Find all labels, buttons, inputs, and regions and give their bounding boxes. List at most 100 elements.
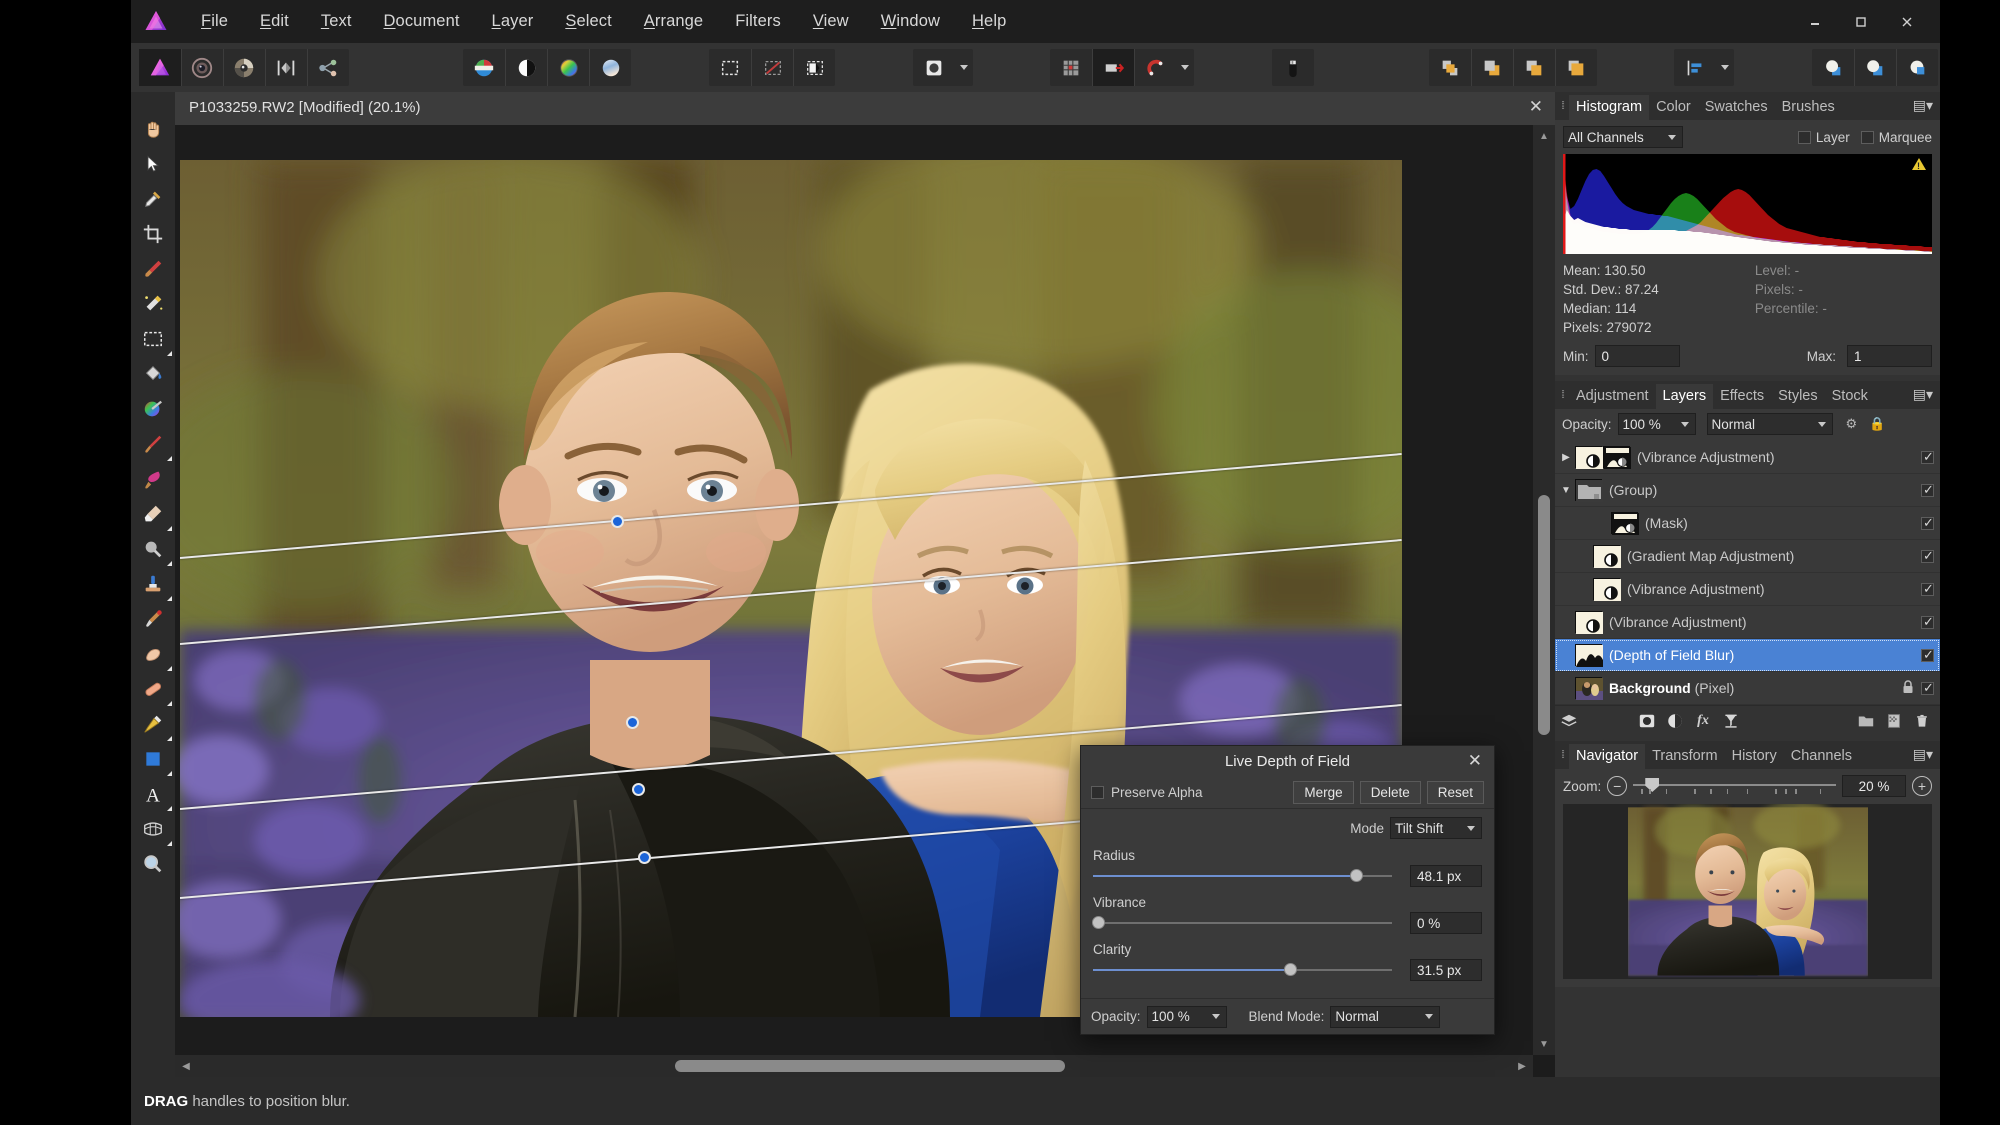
selection-brush-tool[interactable] xyxy=(131,289,175,324)
zoom-in-button[interactable]: + xyxy=(1912,776,1932,796)
channel-select[interactable]: All Channels xyxy=(1563,126,1683,148)
move-tool[interactable] xyxy=(131,149,175,184)
layer-visibility-checkbox[interactable] xyxy=(1921,682,1934,695)
tab-channels[interactable]: Channels xyxy=(1784,744,1859,769)
artistic-text-tool[interactable]: A xyxy=(131,779,175,814)
marquee-tool[interactable] xyxy=(131,324,175,359)
layer-row[interactable]: (Mask) xyxy=(1555,507,1940,540)
tab-swatches[interactable]: Swatches xyxy=(1698,95,1775,120)
scroll-right-icon[interactable]: ▶ xyxy=(1511,1055,1533,1077)
layer-thumbnails[interactable] xyxy=(1575,644,1602,666)
photo-persona[interactable] xyxy=(139,49,181,86)
layer-row[interactable]: ▶(Vibrance Adjustment) xyxy=(1555,441,1940,474)
zoom-value-field[interactable]: 20 % xyxy=(1842,775,1906,797)
preserve-alpha-checkbox[interactable] xyxy=(1091,786,1104,799)
scroll-down-icon[interactable]: ▼ xyxy=(1533,1033,1555,1055)
live-depth-of-field-dialog[interactable]: Live Depth of Field ✕ Preserve Alpha Mer… xyxy=(1080,745,1495,1035)
mesh-warp-tool[interactable] xyxy=(131,814,175,849)
scroll-left-icon[interactable]: ◀ xyxy=(175,1055,197,1077)
layer-thumbnails[interactable] xyxy=(1575,611,1602,633)
layer-thumbnail-mask[interactable] xyxy=(1611,512,1638,534)
slider-knob[interactable] xyxy=(1092,916,1105,929)
develop-persona[interactable] xyxy=(223,49,265,86)
layer-visibility-checkbox[interactable] xyxy=(1921,451,1934,464)
layer-visibility-checkbox[interactable] xyxy=(1921,517,1934,530)
paint-brush-tool[interactable] xyxy=(131,429,175,464)
panel-grip-icon[interactable]: ⁞⁞ xyxy=(1555,741,1569,769)
layer-thumbnail-adjustment[interactable] xyxy=(1575,446,1602,468)
layer-thumbnails[interactable] xyxy=(1575,677,1602,699)
vertical-scroll-thumb[interactable] xyxy=(1538,495,1550,735)
panel-menu-icon[interactable]: ▤▾ xyxy=(1913,386,1933,403)
layer-thumbnail-mask[interactable] xyxy=(1603,446,1630,468)
blur-handle-inner[interactable] xyxy=(626,716,639,729)
layer-thumbnail-adjustment[interactable] xyxy=(1593,578,1620,600)
max-field[interactable]: 1 xyxy=(1847,345,1932,367)
move-backward-button[interactable] xyxy=(1513,49,1555,86)
close-icon[interactable]: ✕ xyxy=(1529,97,1543,117)
menu-item-help[interactable]: Help xyxy=(956,6,1022,37)
layer-thumbnail-adjustment[interactable] xyxy=(1593,545,1620,567)
minimize-button[interactable] xyxy=(1792,0,1838,43)
erase-tool[interactable] xyxy=(131,499,175,534)
paint-mixer-tool[interactable] xyxy=(131,464,175,499)
boolean-add-button[interactable] xyxy=(1812,49,1854,86)
boolean-subtract-button[interactable] xyxy=(1854,49,1896,86)
menu-item-window[interactable]: Window xyxy=(865,6,956,37)
tab-layers[interactable]: Layers xyxy=(1656,384,1714,409)
horizontal-scroll-thumb[interactable] xyxy=(675,1060,1065,1072)
panel-menu-icon[interactable]: ▤▾ xyxy=(1913,746,1933,763)
menu-item-document[interactable]: Document xyxy=(368,6,476,37)
magnet-dropdown-arrow[interactable] xyxy=(1176,49,1194,86)
add-mask-button[interactable] xyxy=(1633,706,1661,736)
tab-brushes[interactable]: Brushes xyxy=(1775,95,1842,120)
merge-button[interactable]: Merge xyxy=(1293,781,1353,804)
tab-transform[interactable]: Transform xyxy=(1645,744,1725,769)
layer-thumbnails[interactable] xyxy=(1611,512,1638,534)
close-icon[interactable]: ✕ xyxy=(1468,751,1482,771)
zoom-out-button[interactable]: − xyxy=(1607,776,1627,796)
layer-stack-icon[interactable] xyxy=(1555,706,1583,736)
radius-slider[interactable] xyxy=(1093,869,1392,883)
blur-handle-outer[interactable] xyxy=(638,851,651,864)
move-forward-button[interactable] xyxy=(1471,49,1513,86)
delete-layer-button[interactable] xyxy=(1908,706,1936,736)
move-to-front-button[interactable] xyxy=(1429,49,1471,86)
liquify-persona[interactable] xyxy=(181,49,223,86)
menu-item-select[interactable]: Select xyxy=(549,6,627,37)
lock-icon[interactable] xyxy=(1902,680,1914,697)
layer-visibility-checkbox[interactable] xyxy=(1921,484,1934,497)
layer-thumbnail-folder[interactable] xyxy=(1575,479,1602,501)
menu-item-file[interactable]: File xyxy=(185,6,244,37)
tab-navigator[interactable]: Navigator xyxy=(1569,744,1645,769)
canvas-horizontal-scrollbar[interactable]: ◀ ▶ xyxy=(175,1055,1533,1077)
tab-adjustment[interactable]: Adjustment xyxy=(1569,384,1656,409)
panel-menu-icon[interactable]: ▤▾ xyxy=(1913,97,1933,114)
export-persona[interactable] xyxy=(307,49,349,86)
opacity-select[interactable]: 100 % xyxy=(1147,1006,1227,1028)
clone-brush-tool[interactable] xyxy=(131,569,175,604)
move-to-back-button[interactable] xyxy=(1555,49,1597,86)
color-view-button[interactable] xyxy=(547,49,589,86)
layer-thumbnail-photo[interactable] xyxy=(1575,677,1602,699)
menu-item-edit[interactable]: Edit xyxy=(244,6,305,37)
smudge-tool[interactable] xyxy=(131,639,175,674)
radius-value-field[interactable]: 48.1 px xyxy=(1410,865,1482,887)
slider-knob[interactable] xyxy=(1350,869,1363,882)
add-group-button[interactable] xyxy=(1852,706,1880,736)
chevron-down-icon[interactable]: ▼ xyxy=(1557,485,1575,496)
pen-tool[interactable] xyxy=(131,709,175,744)
tab-effects[interactable]: Effects xyxy=(1713,384,1771,409)
clarity-value-field[interactable]: 31.5 px xyxy=(1410,959,1482,981)
retouch-tool[interactable] xyxy=(131,254,175,289)
layer-thumbnails[interactable] xyxy=(1575,446,1630,468)
layer-opacity-select[interactable]: 100 % xyxy=(1618,413,1696,435)
layer-row[interactable]: ▼(Group) xyxy=(1555,474,1940,507)
layer-visibility-checkbox[interactable] xyxy=(1921,616,1934,629)
adjustment-dropdown-arrow[interactable] xyxy=(955,49,973,86)
canvas-vertical-scrollbar[interactable]: ▲ ▼ xyxy=(1533,125,1555,1055)
adjustment-button[interactable] xyxy=(913,49,955,86)
min-field[interactable]: 0 xyxy=(1595,345,1680,367)
add-live-filter-button[interactable] xyxy=(1717,706,1745,736)
panel-grip-icon[interactable]: ⁞⁞ xyxy=(1555,92,1569,120)
